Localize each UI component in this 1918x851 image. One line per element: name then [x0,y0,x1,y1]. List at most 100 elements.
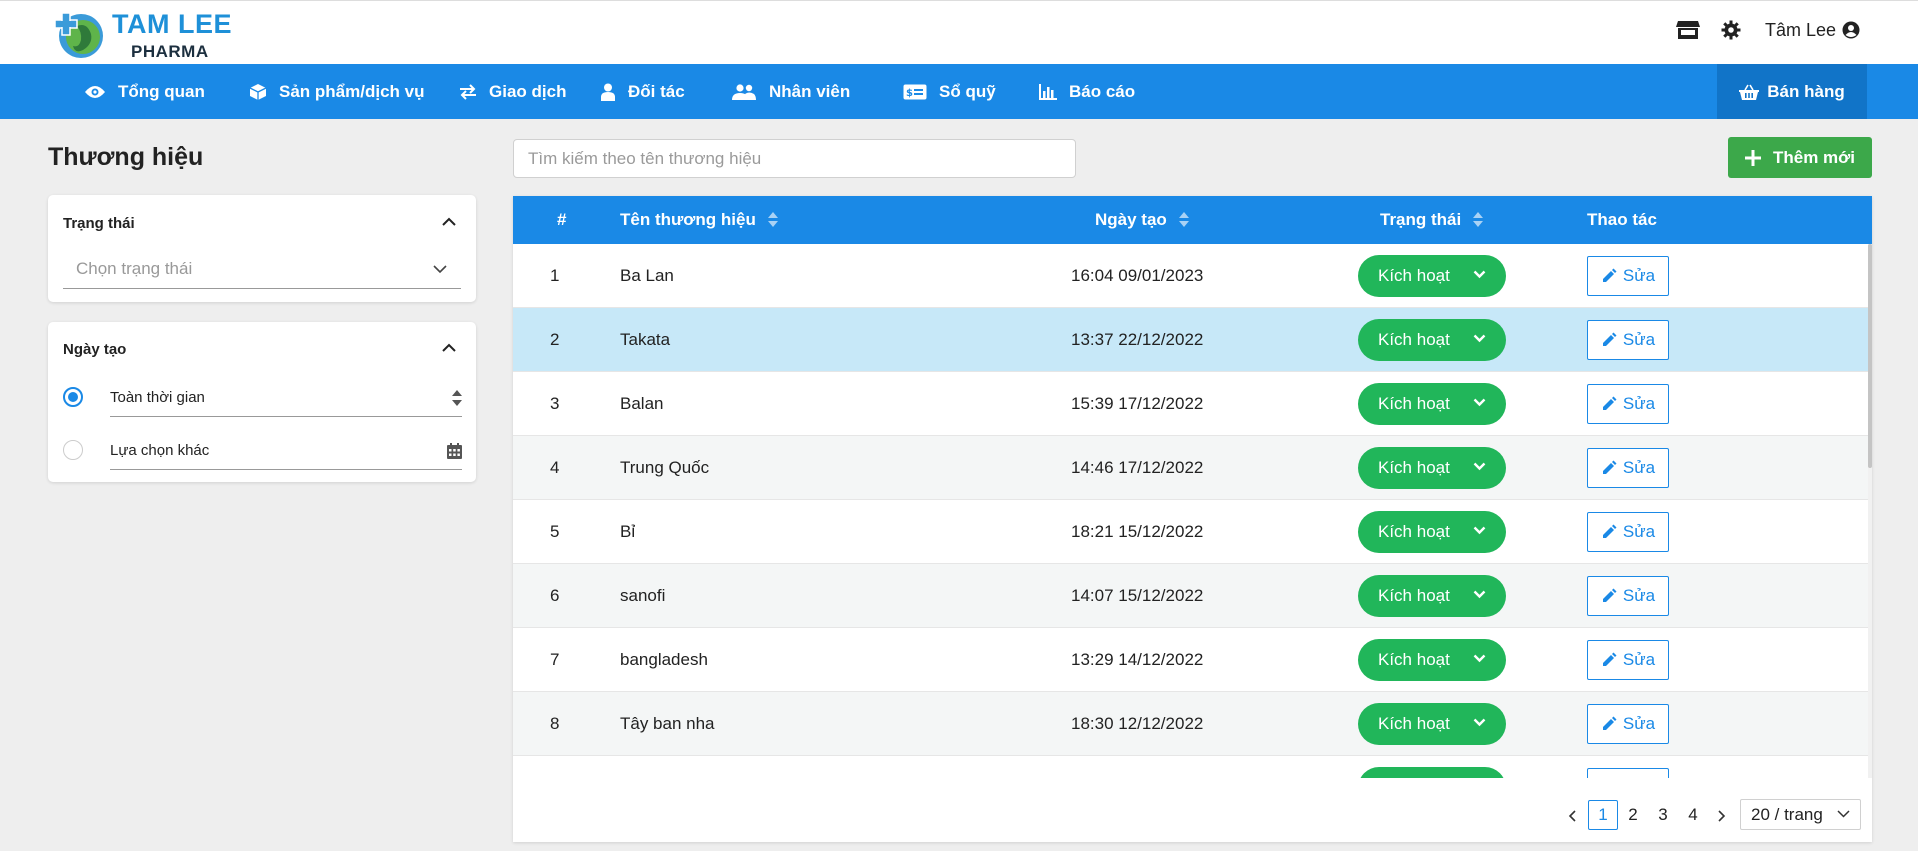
edit-button[interactable]: Sửa [1587,320,1669,360]
nav-item-staff[interactable]: Nhân viên [731,64,850,119]
pencil-icon [1602,588,1617,602]
column-header-actions-label: Thao tác [1587,210,1657,229]
table-row[interactable]: 6 sanofi 14:07 15/12/2022 Kích hoạt Sửa [513,564,1868,628]
nav-item-label: Đối tác [628,81,685,101]
nav-item-products[interactable]: Sản phẩm/dịch vụ [249,64,424,119]
status-dropdown[interactable]: Kích hoạt [1358,447,1506,489]
table-row[interactable]: 7 bangladesh 13:29 14/12/2022 Kích hoạt Sửa [513,628,1868,692]
status-dropdown[interactable]: Kích hoạt [1358,383,1506,425]
row-created-date: 13:37 22/12/2022 [1071,330,1204,349]
gear-icon[interactable] [1718,17,1744,43]
sort-updown-icon [452,390,462,406]
radio-custom[interactable] [63,440,83,460]
status-label: Kích hoạt [1378,458,1450,477]
page-4[interactable]: 4 [1678,800,1708,830]
table-row[interactable]: 2 Takata 13:37 22/12/2022 Kích hoạt Sửa [513,308,1868,372]
page-1[interactable]: 1 [1588,800,1618,830]
row-brand-name: Tây ban nha [620,714,715,733]
status-dropdown[interactable]: Kích hoạt [1358,639,1506,681]
table-row[interactable]: 9mexico10:00 10/12/2022Kích hoạtSửa [513,756,1868,778]
status-dropdown[interactable]: Kích hoạt [1358,575,1506,617]
main-nav: Tổng quan Sản phẩm/dịch vụ Giao dịch Đối… [0,64,1918,119]
users-icon [732,83,756,100]
option-custom[interactable]: Lựa chọn khác [110,430,462,470]
option-all-time[interactable]: Toàn thời gian [110,377,462,417]
radio-all-time[interactable] [63,387,83,407]
column-header-name[interactable]: Tên thương hiệu [620,210,778,230]
edit-button[interactable]: Sửa [1587,576,1669,616]
chevron-down-icon[interactable] [1473,526,1486,535]
status-select[interactable]: Chọn trạng thái [63,249,461,289]
column-header-date[interactable]: Ngày tạo [1095,210,1189,230]
chevron-down-icon[interactable] [1473,718,1486,727]
status-dropdown[interactable]: Kích hoạt [1358,703,1506,745]
chevron-down-icon[interactable] [1473,270,1486,279]
page-size-value: 20 / trang [1751,804,1823,824]
page-3[interactable]: 3 [1648,800,1678,830]
edit-button[interactable]: Sửa [1587,640,1669,680]
page-2[interactable]: 2 [1618,800,1648,830]
edit-button[interactable]: Sửa [1587,256,1669,296]
brand-logo[interactable]: TAM LEE PHARMA [50,5,250,63]
sort-icon[interactable] [1473,212,1484,228]
pencil-icon [1602,332,1617,346]
sell-button[interactable]: Bán hàng [1717,64,1867,119]
user-name[interactable]: Tâm Lee [1765,20,1836,41]
brand-subtitle: PHARMA [131,42,209,61]
table-row[interactable]: 3 Balan 15:39 17/12/2022 Kích hoạt Sửa [513,372,1868,436]
edit-button[interactable]: Sửa [1587,448,1669,488]
status-dropdown[interactable]: Kích hoạt [1358,319,1506,361]
edit-button[interactable]: Sửa [1587,512,1669,552]
nav-item-transactions[interactable]: Giao dịch [459,64,566,119]
table-row[interactable]: 8 Tây ban nha 18:30 12/12/2022 Kích hoạt Sửa [513,692,1868,756]
row-created-date: 13:29 14/12/2022 [1071,650,1204,669]
status-dropdown[interactable]: Kích hoạt [1358,255,1506,297]
exchange-icon [460,83,476,100]
chevron-down-icon[interactable] [1473,654,1486,663]
nav-item-partners[interactable]: Đối tác [600,64,685,119]
table-row[interactable]: 4 Trung Quốc 14:46 17/12/2022 Kích hoạt Sửa [513,436,1868,500]
sort-icon[interactable] [767,212,778,228]
chevron-up-icon[interactable] [442,343,456,352]
row-index: 8 [550,714,560,733]
page-size-select[interactable]: 20 / trang [1740,799,1861,830]
edit-label: Sửa [1622,522,1656,541]
chevron-down-icon[interactable] [1473,398,1486,407]
search-input[interactable] [513,139,1076,178]
add-new-button[interactable]: Thêm mới [1728,137,1872,178]
page-title: Thương hiệu [48,143,204,171]
edit-button[interactable]: Sửa [1587,704,1669,744]
table-row[interactable]: 5 Bỉ 18:21 15/12/2022 Kích hoạt Sửa [513,500,1868,564]
nav-item-label: Báo cáo [1069,81,1136,101]
edit-label: Sửa [1622,586,1656,605]
table-scrollbar[interactable] [1868,244,1872,778]
store-icon[interactable] [1675,17,1701,43]
status-dropdown[interactable]: Kích hoạt [1358,511,1506,553]
edit-button[interactable]: Sửa [1587,384,1669,424]
nav-item-cashbook[interactable]: $ Sổ quỹ [903,64,996,119]
table-row[interactable]: 1 Ba Lan 16:04 09/01/2023 Kích hoạt Sửa [513,244,1868,308]
pencil-icon [1602,268,1617,282]
row-brand-name: Balan [620,394,664,413]
chevron-down-icon [433,265,447,274]
chevron-down-icon[interactable] [1473,462,1486,471]
row-created-date: 14:07 15/12/2022 [1071,586,1204,605]
chevron-up-icon[interactable] [442,217,456,226]
status-dropdown[interactable]: Kích hoạt [1358,767,1506,778]
chevron-down-icon[interactable] [1473,590,1486,599]
sort-icon[interactable] [1178,212,1189,228]
scrollbar-thumb[interactable] [1868,244,1872,468]
plus-icon [1745,149,1761,166]
nav-item-overview[interactable]: Tổng quan [84,64,205,119]
column-header-status[interactable]: Trạng thái [1380,210,1484,230]
basket-icon [1739,84,1760,100]
eye-icon [85,85,105,98]
next-page-icon[interactable] [1717,810,1726,822]
edit-button[interactable]: Sửa [1587,768,1669,778]
user-circle-icon[interactable] [1838,17,1864,43]
chevron-down-icon[interactable] [1473,334,1486,343]
nav-item-reports[interactable]: Báo cáo [1039,64,1135,119]
prev-page-icon[interactable] [1568,810,1577,822]
edit-label: Sửa [1622,330,1656,349]
option-custom-label: Lựa chọn khác [110,442,210,459]
